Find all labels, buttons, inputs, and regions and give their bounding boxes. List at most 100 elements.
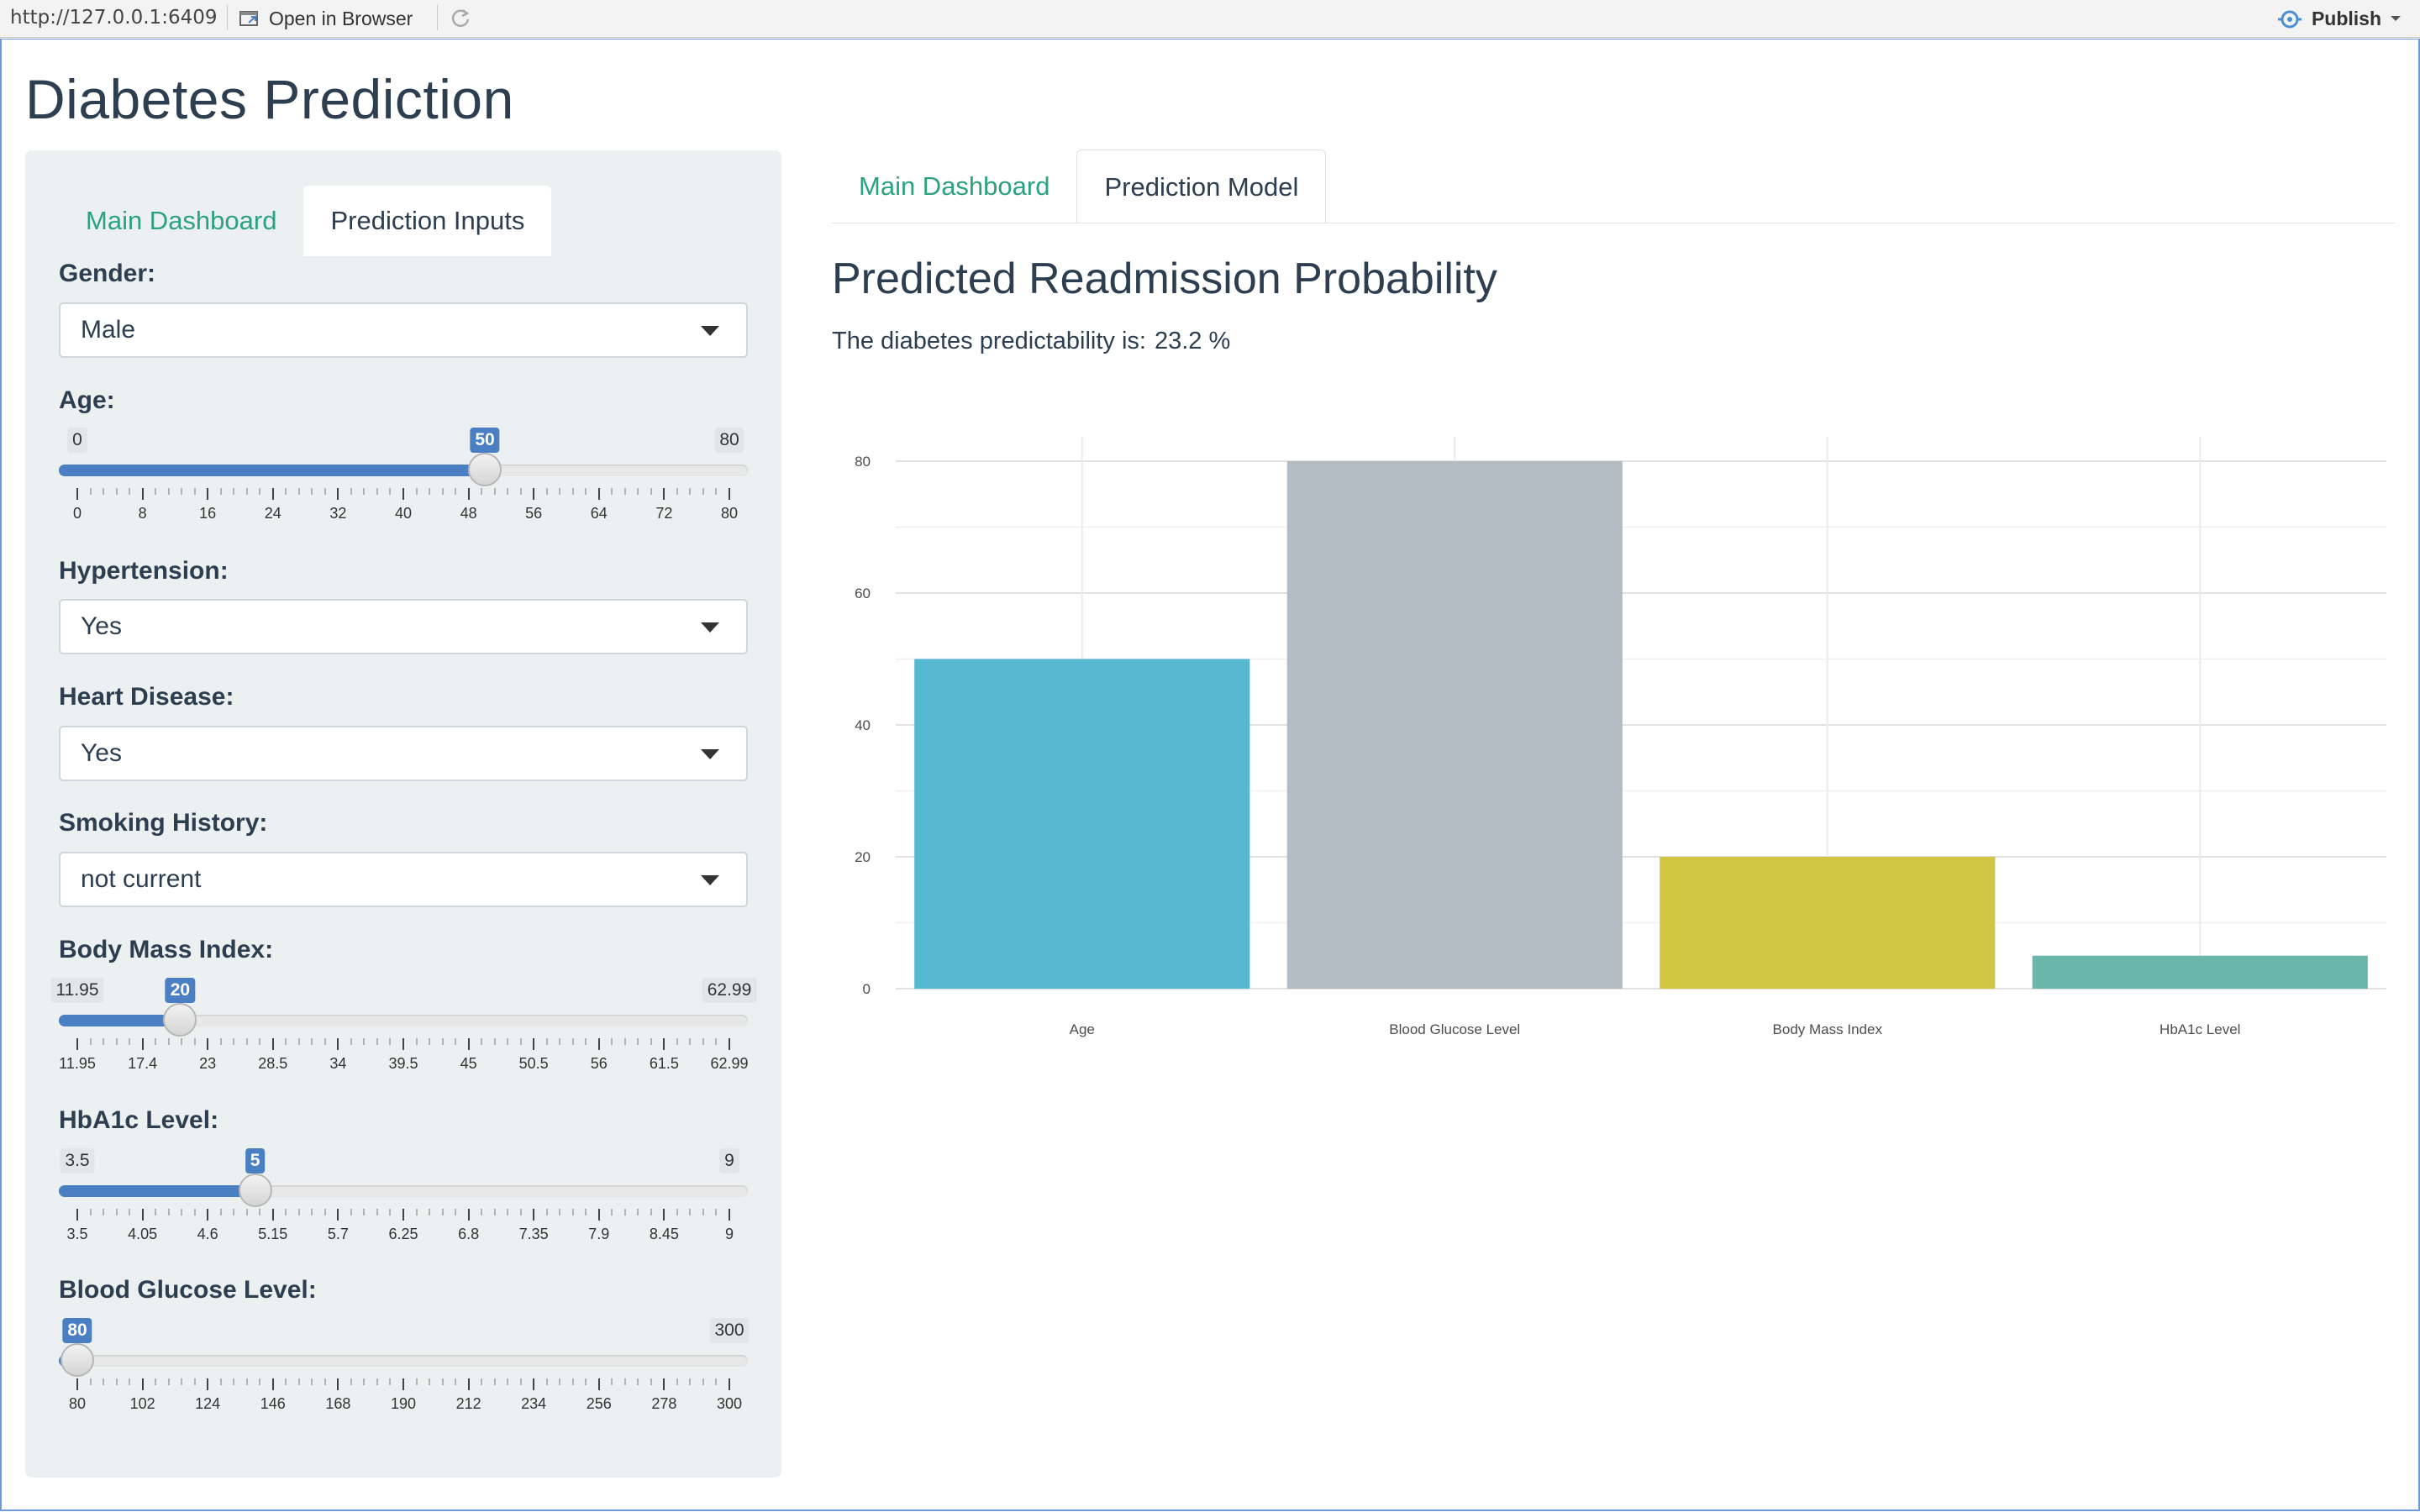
tab-main-dashboard[interactable]: Main Dashboard bbox=[59, 186, 303, 256]
slider-major-tick bbox=[337, 1209, 339, 1221]
slider-minor-tick bbox=[715, 1209, 717, 1215]
slider-major-tick bbox=[337, 1038, 339, 1050]
slider-tick-label: 300 bbox=[716, 1395, 743, 1412]
tab-prediction-model[interactable]: Prediction Model bbox=[1076, 150, 1327, 223]
slider-minor-tick bbox=[481, 1378, 482, 1385]
slider-minor-tick bbox=[442, 1378, 444, 1385]
refresh-button[interactable] bbox=[447, 5, 474, 32]
slider-major-tick bbox=[663, 488, 666, 500]
bar-body-mass-index bbox=[1660, 857, 1996, 989]
slider-handle[interactable] bbox=[60, 1343, 94, 1377]
slider-minor-tick bbox=[90, 1209, 92, 1215]
slider-minor-tick bbox=[416, 1038, 418, 1045]
tab-main-dashboard[interactable]: Main Dashboard bbox=[832, 150, 1076, 223]
dropdown-caret-icon bbox=[701, 326, 719, 336]
slider-minor-tick bbox=[389, 1209, 391, 1215]
slider-tick-label: 124 bbox=[195, 1395, 221, 1412]
slider-minor-tick bbox=[298, 1038, 300, 1045]
x-tick-label: Age bbox=[1070, 1021, 1095, 1037]
hypertension-label: Hypertension: bbox=[59, 557, 229, 585]
x-tick-label: HbA1c Level bbox=[2160, 1021, 2240, 1037]
slider-minor-tick bbox=[376, 1378, 378, 1385]
slider-value-badge: 50 bbox=[470, 428, 500, 453]
heart-disease-select[interactable]: Yes bbox=[59, 726, 748, 781]
slider-minor-tick bbox=[116, 1378, 118, 1385]
slider-minor-tick bbox=[389, 488, 391, 495]
age-slider[interactable]: 0 80 50 0 8 16 24 32 40 48 56 64 72 80 bbox=[59, 428, 748, 537]
slider-minor-tick bbox=[572, 1038, 574, 1045]
slider-minor-tick bbox=[715, 488, 717, 495]
slider-minor-tick bbox=[363, 488, 365, 495]
y-tick-label: 60 bbox=[855, 585, 871, 601]
hypertension-value: Yes bbox=[81, 612, 122, 640]
gender-select[interactable]: Male bbox=[59, 302, 748, 358]
slider-minor-tick bbox=[311, 488, 313, 495]
bmi-slider[interactable]: 11.95 62.99 20 11.95 17.4 23 28.5 34 39.5 45 50.5 5… bbox=[50, 978, 757, 1087]
slider-major-tick bbox=[729, 488, 730, 500]
slider-minor-tick bbox=[455, 1378, 456, 1385]
slider-minor-tick bbox=[389, 1378, 391, 1385]
slider-minor-tick bbox=[311, 1209, 313, 1215]
slider-minor-tick bbox=[350, 1378, 352, 1385]
slider-minor-tick bbox=[637, 1378, 639, 1385]
slider-minor-tick bbox=[285, 488, 287, 495]
slider-handle[interactable] bbox=[468, 453, 502, 486]
slider-major-tick bbox=[207, 488, 209, 500]
slider-tick-label: 40 bbox=[394, 505, 413, 522]
slider-tick-label: 4.05 bbox=[128, 1226, 158, 1242]
slider-minor-tick bbox=[455, 1209, 456, 1215]
toolbar-divider bbox=[227, 5, 228, 30]
slider-minor-tick bbox=[520, 1038, 522, 1045]
slider-fill bbox=[59, 1185, 255, 1197]
slider-minor-tick bbox=[585, 1378, 587, 1385]
slider-tick-label: 80 bbox=[68, 1395, 87, 1412]
slider-minor-tick bbox=[324, 1209, 326, 1215]
slider-tick-label: 56 bbox=[525, 505, 543, 522]
slider-minor-tick bbox=[494, 1038, 496, 1045]
heart-disease-label: Heart Disease: bbox=[59, 683, 234, 711]
slider-minor-tick bbox=[194, 488, 196, 495]
slider-minor-tick bbox=[689, 1038, 691, 1045]
slider-major-tick bbox=[533, 1038, 535, 1050]
slider-minor-tick bbox=[546, 488, 548, 495]
open-in-browser-icon bbox=[239, 11, 258, 26]
slider-minor-tick bbox=[416, 1209, 418, 1215]
slider-minor-tick bbox=[220, 1378, 222, 1385]
slider-minor-tick bbox=[442, 488, 444, 495]
slider-minor-tick bbox=[246, 1209, 248, 1215]
slider-minor-tick bbox=[246, 488, 248, 495]
slider-minor-tick bbox=[376, 488, 378, 495]
main-tabs: Main Dashboard Prediction Model bbox=[832, 150, 1327, 223]
x-tick-label: Blood Glucose Level bbox=[1389, 1021, 1520, 1037]
hba1c-slider[interactable]: 3.5 9 5 3.5 4.05 4.6 5.15 5.7 6.25 6.8 7.35 7.9 8.45… bbox=[59, 1148, 748, 1257]
slider-major-tick bbox=[467, 488, 470, 500]
slider-major-tick bbox=[597, 488, 600, 500]
publish-button[interactable]: Publish bbox=[2276, 5, 2402, 32]
slider-tick-label: 146 bbox=[260, 1395, 286, 1412]
glucose-slider[interactable]: 803008080102124146168190212234256278300 bbox=[59, 1318, 750, 1427]
hypertension-select[interactable]: Yes bbox=[59, 599, 748, 654]
bar-blood-glucose-level bbox=[1286, 461, 1623, 989]
slider-handle[interactable] bbox=[163, 1003, 197, 1037]
slider-minor-tick bbox=[520, 1378, 522, 1385]
slider-major-tick bbox=[533, 488, 535, 500]
slider-minor-tick bbox=[155, 1038, 156, 1045]
slider-minor-tick bbox=[90, 1038, 92, 1045]
slider-minor-tick bbox=[481, 488, 482, 495]
open-in-browser-button[interactable]: Open in Browser bbox=[239, 5, 413, 32]
slider-handle[interactable] bbox=[238, 1173, 272, 1207]
slider-max-label: 9 bbox=[719, 1148, 739, 1173]
slider-minor-tick bbox=[389, 1038, 391, 1045]
dropdown-caret-icon bbox=[701, 622, 719, 633]
slider-minor-tick bbox=[650, 1209, 652, 1215]
tab-prediction-inputs[interactable]: Prediction Inputs bbox=[303, 186, 552, 256]
slider-minor-tick bbox=[103, 1038, 104, 1045]
slider-major-tick bbox=[141, 1209, 144, 1221]
slider-tick-label: 0 bbox=[72, 505, 82, 522]
slider-minor-tick bbox=[194, 1378, 196, 1385]
slider-minor-tick bbox=[637, 1209, 639, 1215]
slider-major-tick bbox=[76, 488, 78, 500]
slider-major-tick bbox=[597, 1038, 600, 1050]
slider-minor-tick bbox=[155, 488, 156, 495]
smoking-history-select[interactable]: not current bbox=[59, 852, 748, 907]
